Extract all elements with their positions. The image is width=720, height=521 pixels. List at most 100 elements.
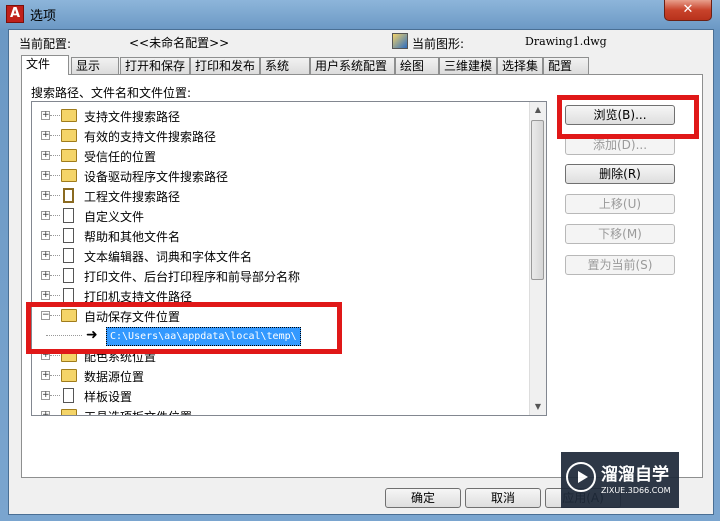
folder-icon (61, 349, 77, 362)
tree-subitem-autosave-path[interactable]: ➜ C:\Users\aa\appdata\local\temp\ (32, 326, 532, 346)
watermark-url: ZIXUE.3D66.COM (601, 486, 671, 495)
arrow-right-icon: ➜ (86, 327, 98, 343)
expand-icon[interactable]: + (41, 351, 50, 360)
tab-profiles[interactable]: 配置 (543, 57, 589, 74)
tree-item[interactable]: + 受信任的位置 (32, 146, 532, 166)
dialog-client-area: 当前配置: <<未命名配置>> 当前图形: Drawing1.dwg 文件 显示… (8, 29, 714, 515)
current-config-value: <<未命名配置>> (129, 36, 230, 50)
tab-user-preferences[interactable]: 用户系统配置 (310, 57, 395, 74)
autocad-app-icon (6, 5, 24, 23)
ok-button[interactable]: 确定 (385, 488, 461, 508)
file-icon (63, 288, 74, 303)
tree-item[interactable]: + 配色系统位置 (32, 346, 532, 366)
tab-plot-publish[interactable]: 打印和发布 (190, 57, 260, 74)
tab-display[interactable]: 显示 (71, 57, 119, 74)
tree-item-label: 文本编辑器、词典和字体文件名 (84, 250, 253, 264)
tree-item[interactable]: + 工程文件搜索路径 (32, 186, 532, 206)
watermark-logo: 溜溜自学 ZIXUE.3D66.COM (561, 452, 679, 508)
tree-item-label: 工程文件搜索路径 (84, 190, 181, 204)
tree-item[interactable]: + 设备驱动程序文件搜索路径 (32, 166, 532, 186)
expand-icon[interactable]: + (41, 291, 50, 300)
scroll-up-icon[interactable]: ▲ (530, 102, 546, 118)
current-drawing-label: 当前图形: (412, 37, 465, 51)
expand-icon[interactable]: + (41, 231, 50, 240)
expand-icon[interactable]: + (41, 131, 50, 140)
file-icon (63, 248, 74, 263)
expand-icon[interactable]: + (41, 271, 50, 280)
tree-item[interactable]: + 文本编辑器、词典和字体文件名 (32, 246, 532, 266)
expand-icon[interactable]: + (41, 251, 50, 260)
expand-icon[interactable]: + (41, 371, 50, 380)
file-icon (63, 228, 74, 243)
tree-item[interactable]: + 数据源位置 (32, 366, 532, 386)
add-button[interactable]: 添加(D)... (565, 135, 675, 155)
scroll-thumb[interactable] (531, 120, 544, 280)
tree-item-label: 设备驱动程序文件搜索路径 (84, 170, 229, 184)
tree-item-label: 受信任的位置 (84, 150, 157, 164)
folder-icon (61, 409, 77, 415)
tree-item[interactable]: + 有效的支持文件搜索路径 (32, 126, 532, 146)
folder-icon (61, 169, 77, 182)
file-icon (63, 208, 74, 223)
tree-item-label: 打印机支持文件路径 (84, 290, 193, 304)
move-down-button[interactable]: 下移(M) (565, 224, 675, 244)
expand-icon[interactable]: + (41, 391, 50, 400)
file-icon (63, 388, 74, 403)
file-icon (63, 268, 74, 283)
tab-open-save[interactable]: 打开和保存 (120, 57, 190, 74)
search-paths-heading: 搜索路径、文件名和文件位置: (31, 86, 192, 100)
window-title: 选项 (30, 9, 57, 24)
remove-button[interactable]: 删除(R) (565, 164, 675, 184)
tab-files[interactable]: 文件 (21, 55, 69, 75)
play-icon (566, 462, 596, 492)
current-config-label: 当前配置: (19, 37, 72, 51)
tree-item-label: 支持文件搜索路径 (84, 110, 181, 124)
tree-item[interactable]: + 打印文件、后台打印程序和前导部分名称 (32, 266, 532, 286)
expand-icon[interactable]: + (41, 211, 50, 220)
expand-icon[interactable]: + (41, 171, 50, 180)
tree-item-label: 工具选项板文件位置 (84, 408, 192, 415)
folder-icon (61, 109, 77, 122)
browse-button[interactable]: 浏览(B)... (565, 105, 675, 125)
tree-item[interactable]: + 打印机支持文件路径 (32, 286, 532, 306)
collapse-icon[interactable]: − (41, 311, 50, 320)
scroll-down-icon[interactable]: ▼ (530, 399, 546, 415)
tree-item-label: 数据源位置 (84, 370, 145, 384)
tree-item[interactable]: + 自定义文件 (32, 206, 532, 226)
set-current-button[interactable]: 置为当前(S) (565, 255, 675, 275)
drawing-icon (392, 33, 408, 49)
tab-system[interactable]: 系统 (260, 57, 310, 74)
tree-item-label: 样板设置 (84, 390, 133, 404)
tab-3d-modeling[interactable]: 三维建模 (439, 57, 497, 74)
tree-item[interactable]: + 支持文件搜索路径 (32, 106, 532, 126)
tree-item[interactable]: + 工具选项板文件位置 (32, 406, 532, 415)
autosave-path-value[interactable]: C:\Users\aa\appdata\local\temp\ (106, 327, 301, 346)
watermark-title: 溜溜自学 (601, 465, 669, 485)
current-drawing-value: Drawing1.dwg (525, 35, 607, 48)
close-button[interactable]: ✕ (664, 0, 712, 21)
tab-drafting[interactable]: 绘图 (395, 57, 439, 74)
tree-item-autosave[interactable]: − 自动保存文件位置 (32, 306, 532, 326)
tree-item[interactable]: + 样板设置 (32, 386, 532, 406)
file-locations-tree[interactable]: + 支持文件搜索路径 + 有效的支持文件搜索路径 + 受信任的位置 + 设备驱动程序文件… (31, 101, 547, 416)
expand-icon[interactable]: + (41, 411, 50, 415)
tree-item[interactable]: + 帮助和其他文件名 (32, 226, 532, 246)
tree-item-label: 打印文件、后台打印程序和前导部分名称 (84, 270, 301, 284)
folder-icon (61, 129, 77, 142)
tree-item-label: 有效的支持文件搜索路径 (84, 130, 217, 144)
tree-item-label: 自动保存文件位置 (84, 310, 181, 324)
cancel-button[interactable]: 取消 (465, 488, 541, 508)
book-icon (63, 188, 74, 203)
folder-open-icon (61, 309, 77, 322)
tree-item-label: 自定义文件 (84, 210, 145, 224)
move-up-button[interactable]: 上移(U) (565, 194, 675, 214)
tree-item-label: 帮助和其他文件名 (84, 230, 181, 244)
expand-icon[interactable]: + (41, 151, 50, 160)
title-bar[interactable]: 选项 ✕ (0, 0, 720, 28)
tab-selection[interactable]: 选择集 (497, 57, 543, 74)
tree-item-label: 配色系统位置 (84, 350, 157, 364)
tree-scrollbar[interactable]: ▲ ▼ (529, 102, 546, 415)
expand-icon[interactable]: + (41, 191, 50, 200)
expand-icon[interactable]: + (41, 111, 50, 120)
options-dialog: 选项 ✕ 当前配置: <<未命名配置>> 当前图形: Drawing1.dwg … (0, 0, 720, 521)
